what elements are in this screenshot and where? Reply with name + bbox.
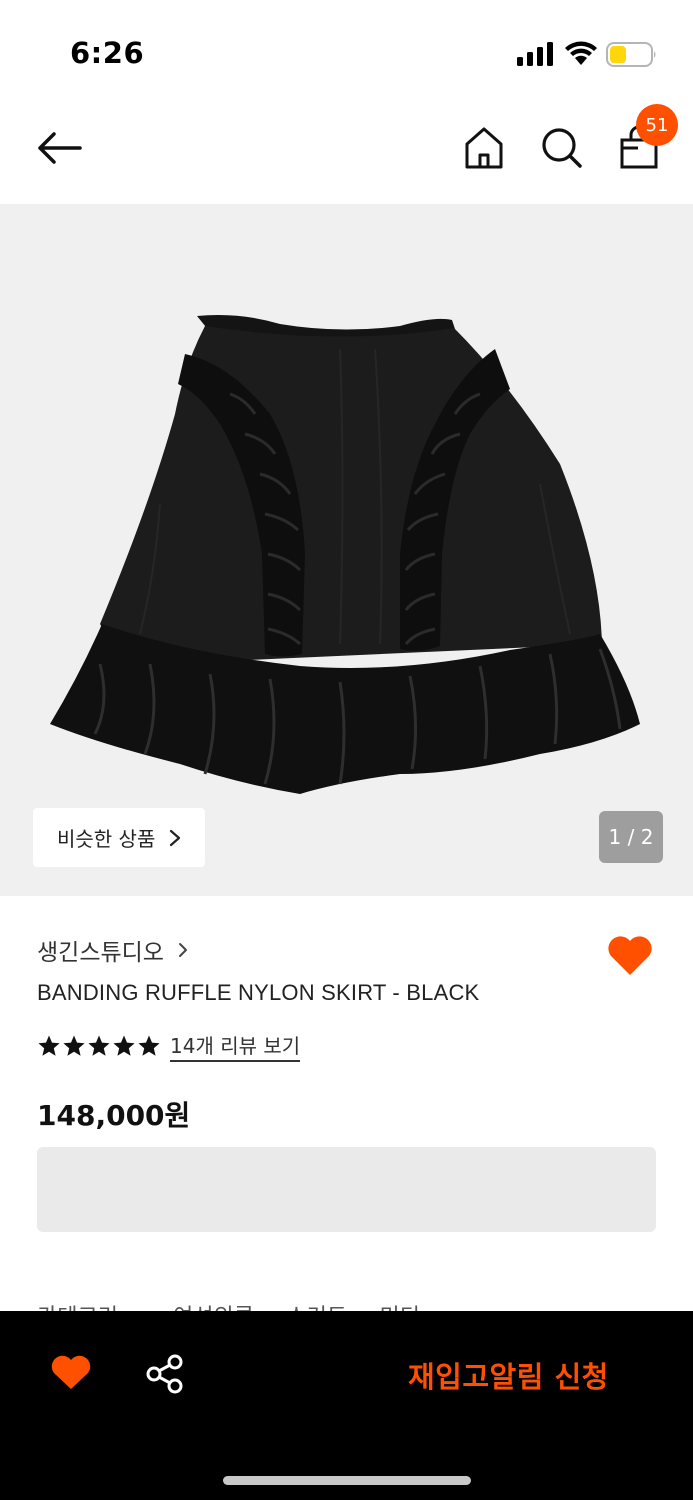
cart-count-badge[interactable]: 51 <box>636 104 678 146</box>
star-icon <box>88 1035 110 1056</box>
brand-name: 생긴스튜디오 <box>37 940 164 966</box>
chevron-right-icon <box>170 829 181 846</box>
product-title: BANDING RUFFLE NYLON SKIRT - BLACK <box>37 980 480 1005</box>
share-icon[interactable] <box>145 1354 185 1394</box>
home-icon[interactable] <box>464 126 504 170</box>
back-arrow-icon[interactable] <box>36 130 82 166</box>
star-icon <box>63 1035 85 1056</box>
heart-icon[interactable] <box>50 1353 92 1391</box>
product-image-carousel[interactable]: 비슷한 상품 1 / 2 <box>0 204 693 896</box>
chevron-right-icon <box>178 943 187 957</box>
status-time: 6:26 <box>70 36 145 70</box>
category-row: 카테고리여성의류 > 스커트 > 미디 <box>37 1296 657 1312</box>
star-icon <box>138 1035 160 1056</box>
similar-products-button[interactable]: 비슷한 상품 <box>33 808 205 867</box>
review-link[interactable]: 14개 리뷰 보기 <box>170 1030 301 1062</box>
top-nav: 51 <box>0 100 693 204</box>
skirt-product-image <box>50 315 640 794</box>
battery-icon <box>606 42 656 67</box>
category-path[interactable]: 여성의류 > 스커트 > 미디 <box>173 1296 420 1312</box>
search-icon[interactable] <box>541 126 583 170</box>
restock-alert-button[interactable]: 재입고알림 신청 <box>408 1354 609 1396</box>
wishlist-heart-icon[interactable] <box>606 933 654 977</box>
option-placeholder-box <box>37 1147 656 1232</box>
wifi-icon <box>565 41 597 65</box>
home-indicator[interactable] <box>223 1476 471 1485</box>
rating-row: 14개 리뷰 보기 <box>37 1030 301 1062</box>
signal-icon <box>517 42 553 66</box>
similar-products-label: 비슷한 상품 <box>57 827 156 851</box>
star-icon <box>113 1035 135 1056</box>
bottom-action-bar: 재입고알림 신청 <box>0 1311 693 1500</box>
brand-link[interactable]: 생긴스튜디오 <box>37 933 188 967</box>
image-pager: 1 / 2 <box>599 811 663 863</box>
star-icon <box>38 1035 60 1056</box>
status-bar: 6:26 <box>0 0 693 100</box>
product-price: 148,000원 <box>37 1099 191 1132</box>
category-label: 카테고리 <box>37 1296 173 1312</box>
